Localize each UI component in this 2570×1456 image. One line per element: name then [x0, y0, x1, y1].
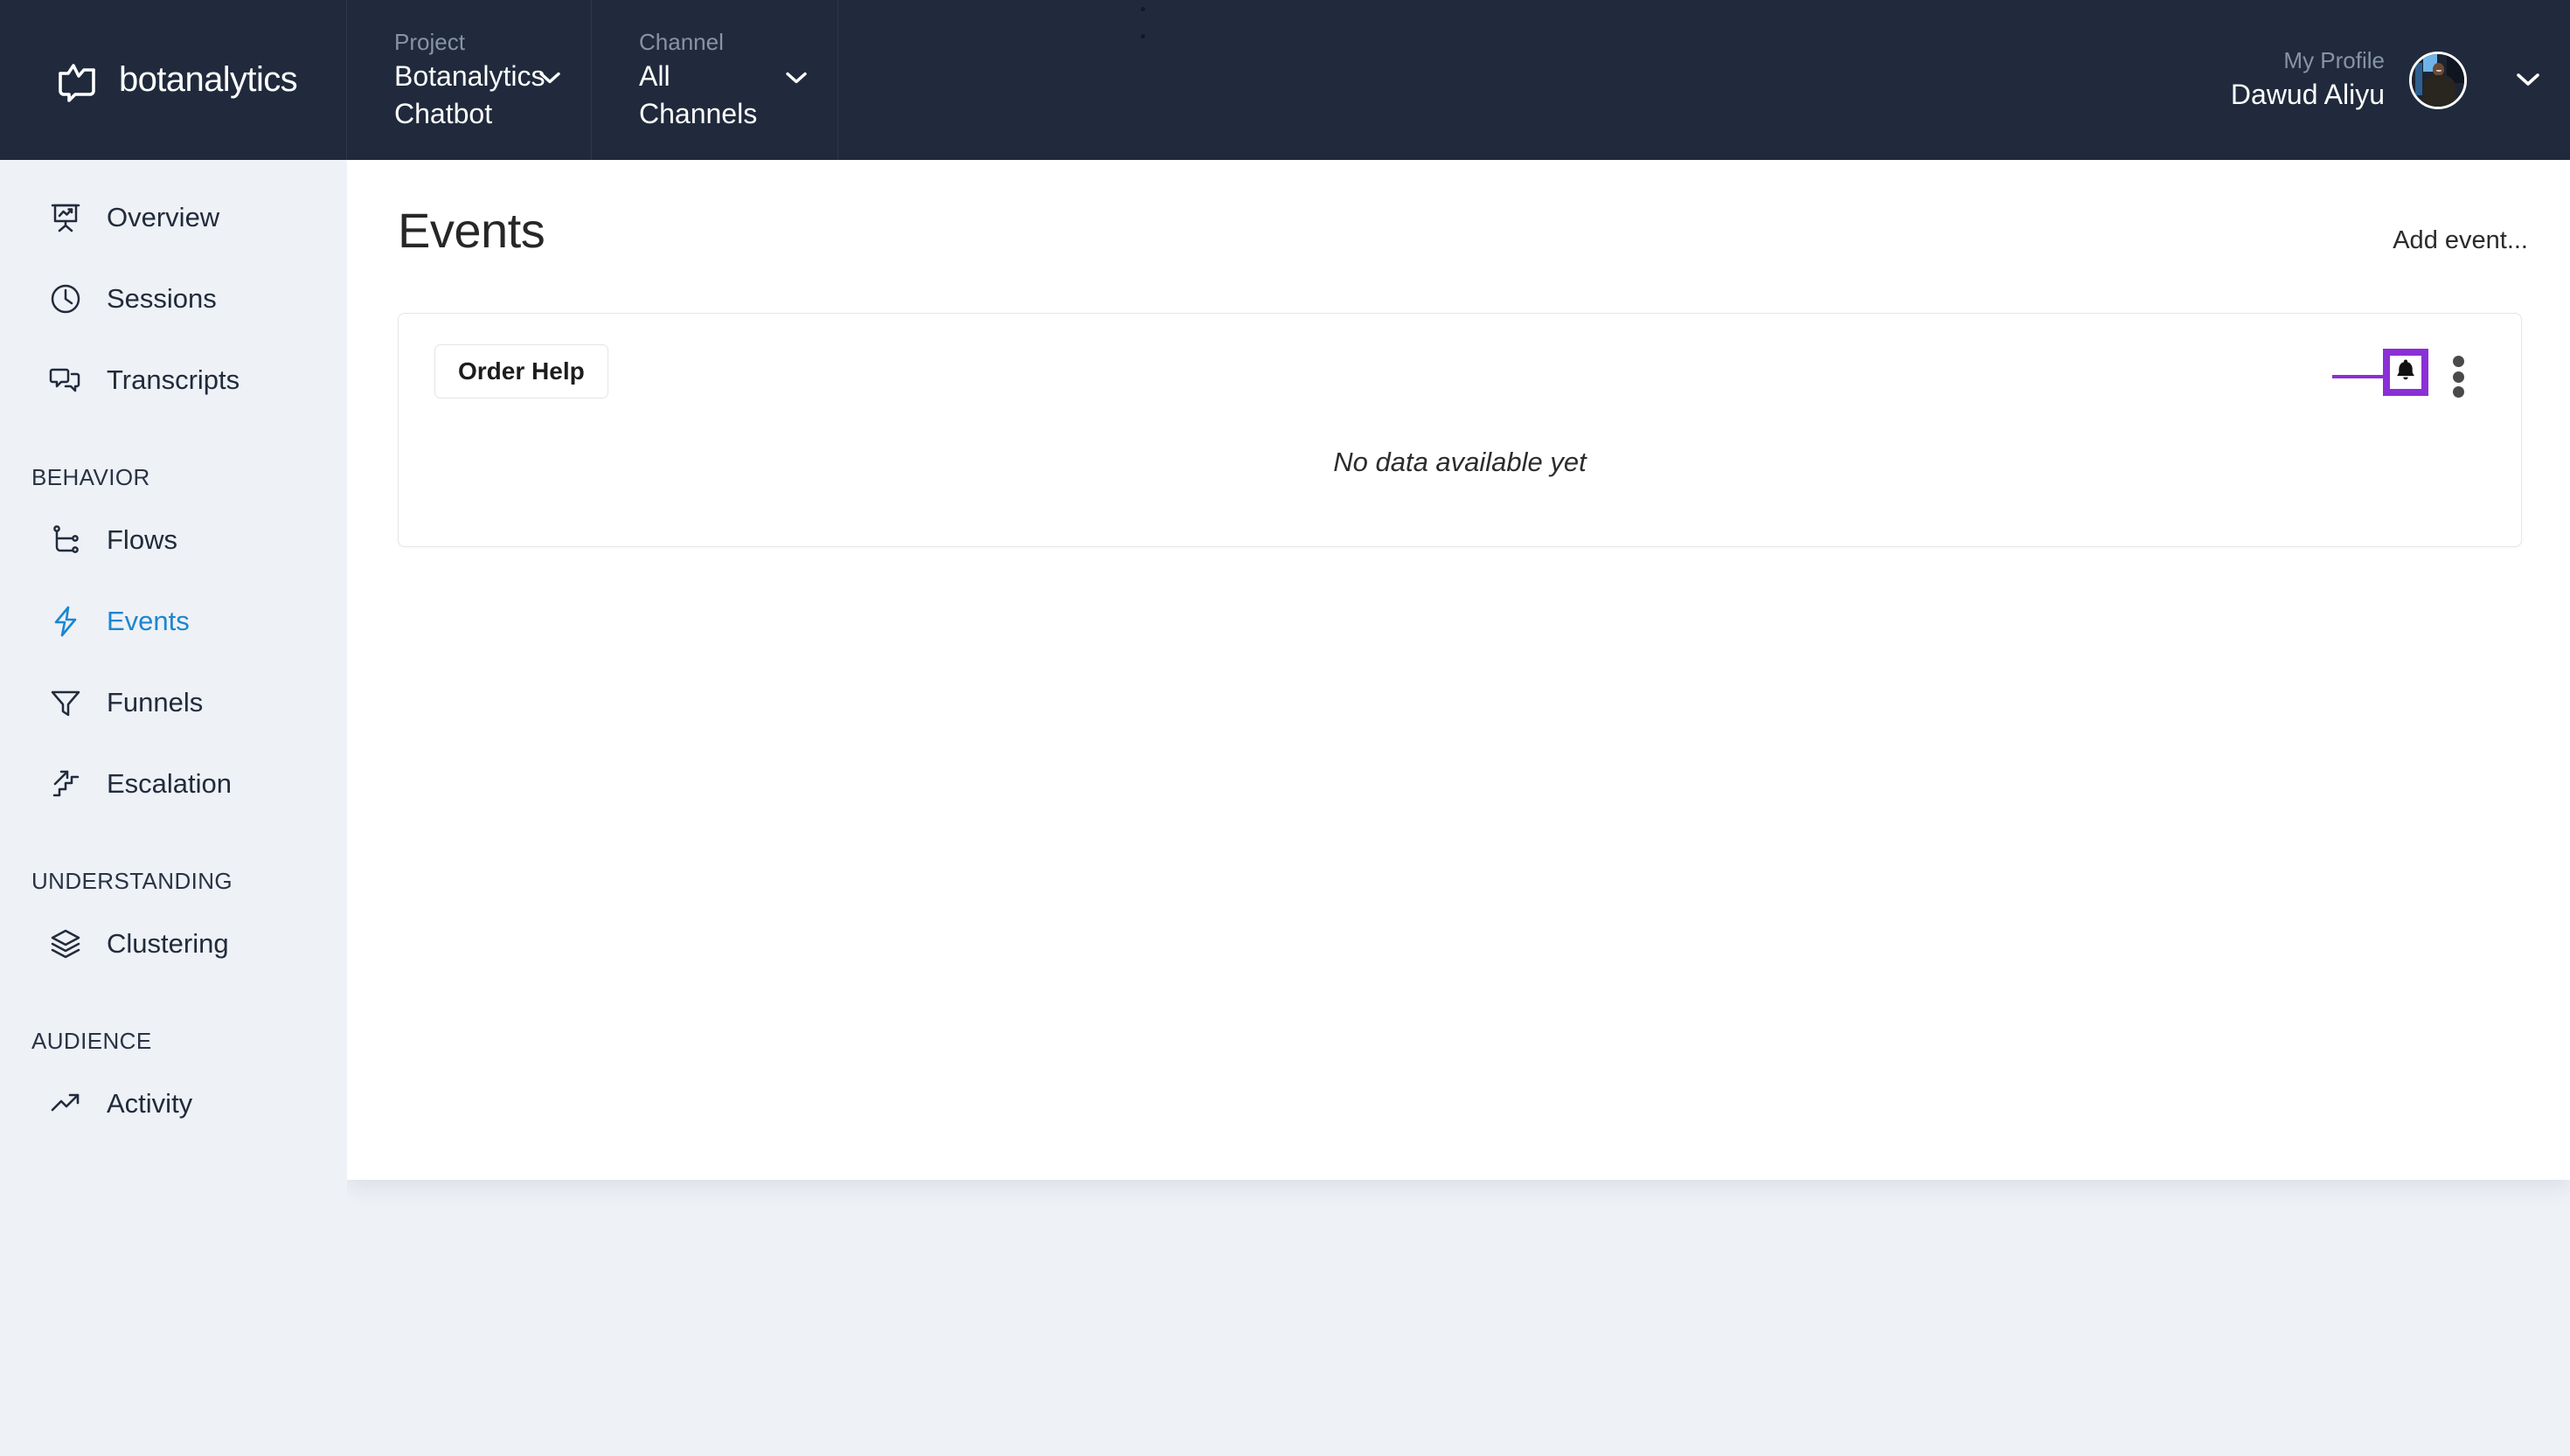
project-value: Botanalytics Chatbot [394, 59, 545, 130]
avatar-body [2423, 74, 2456, 107]
main-content: Events Add event... Order Help No data a… [347, 160, 2570, 1180]
channel-selector[interactable]: Channel All Channels [592, 0, 838, 160]
event-card: Order Help No data available yet [398, 313, 2522, 547]
add-event-button[interactable]: Add event... [2393, 226, 2528, 255]
avatar-panel [2414, 63, 2422, 96]
sidebar-item-label: Transcripts [107, 364, 240, 395]
chevron-down-icon[interactable] [2516, 73, 2540, 87]
presentation-chart-icon [49, 201, 82, 234]
brand-name: botanalytics [119, 60, 298, 99]
sidebar-item-overview[interactable]: Overview [0, 191, 347, 244]
kebab-dot [2452, 386, 2464, 398]
lightning-bolt-icon [49, 605, 82, 638]
layers-stack-icon [49, 927, 82, 960]
profile-label: My Profile [2283, 47, 2385, 74]
speech-bubble-chart-logo-icon [54, 58, 100, 103]
chevron-down-icon [538, 71, 561, 89]
funnel-icon [49, 686, 82, 719]
sidebar-item-flows[interactable]: Flows [0, 514, 347, 566]
event-name-button[interactable]: Order Help [434, 344, 608, 399]
sidebar-section-understanding: UNDERSTANDING [31, 868, 233, 894]
profile-name: Dawud Aliyu [2230, 79, 2385, 111]
chat-bubbles-icon [49, 364, 82, 397]
avatar[interactable] [2409, 51, 2467, 109]
sidebar-section-audience: AUDIENCE [31, 1028, 152, 1054]
empty-state-text: No data available yet [1333, 447, 1587, 477]
sidebar-item-clustering[interactable]: Clustering [0, 918, 347, 970]
sidebar-section-behavior: BEHAVIOR [31, 464, 150, 490]
sidebar-item-label: Flows [107, 524, 177, 555]
channel-value: All Channels [639, 59, 758, 130]
stairs-arrow-icon [49, 767, 82, 801]
project-label: Project [394, 28, 465, 55]
sidebar-item-label: Sessions [107, 283, 217, 314]
sidebar-item-label: Clustering [107, 928, 229, 959]
handle-dot [1140, 7, 1145, 11]
brand-logo[interactable]: botanalytics [0, 0, 347, 160]
empty-state-message: No data available yet [399, 447, 2521, 478]
channel-label: Channel [639, 28, 724, 55]
sidebar-item-sessions[interactable]: Sessions [0, 273, 347, 325]
sidebar-item-activity[interactable]: Activity [0, 1078, 347, 1130]
page-title: Events [398, 203, 545, 258]
more-vertical-icon[interactable] [2451, 356, 2465, 398]
sidebar-item-label: Escalation [107, 768, 233, 799]
project-selector[interactable]: Project Botanalytics Chatbot [347, 0, 592, 160]
handle-dot [1140, 34, 1145, 38]
clock-icon [49, 282, 82, 315]
kebab-dot [2452, 371, 2464, 383]
bell-icon [2394, 358, 2417, 386]
chevron-down-icon [785, 71, 808, 89]
profile-text: My Profile Dawud Aliyu [2231, 45, 2409, 114]
alert-bell-button[interactable] [2383, 349, 2428, 396]
sidebar-item-escalation[interactable]: Escalation [0, 758, 347, 810]
profile-menu[interactable]: My Profile Dawud Aliyu [2231, 0, 2570, 160]
sidebar-item-label: Overview [107, 202, 220, 232]
kebab-dot [2452, 356, 2464, 367]
sidebar: Overview Sessions Transcripts BEHAVIOR F… [0, 160, 347, 1456]
sidebar-item-label: Events [107, 606, 190, 636]
trending-up-arrow-icon [49, 1087, 82, 1120]
sidebar-item-label: Funnels [107, 687, 204, 718]
top-bar: botanalytics Project Botanalytics Chatbo… [0, 0, 2570, 160]
flow-branch-icon [49, 523, 82, 557]
sidebar-item-funnels[interactable]: Funnels [0, 676, 347, 729]
sidebar-item-transcripts[interactable]: Transcripts [0, 354, 347, 406]
sidebar-item-label: Activity [107, 1088, 193, 1119]
sidebar-item-events[interactable]: Events [0, 595, 347, 648]
drag-handle-dots-icon[interactable] [1136, 7, 1149, 38]
